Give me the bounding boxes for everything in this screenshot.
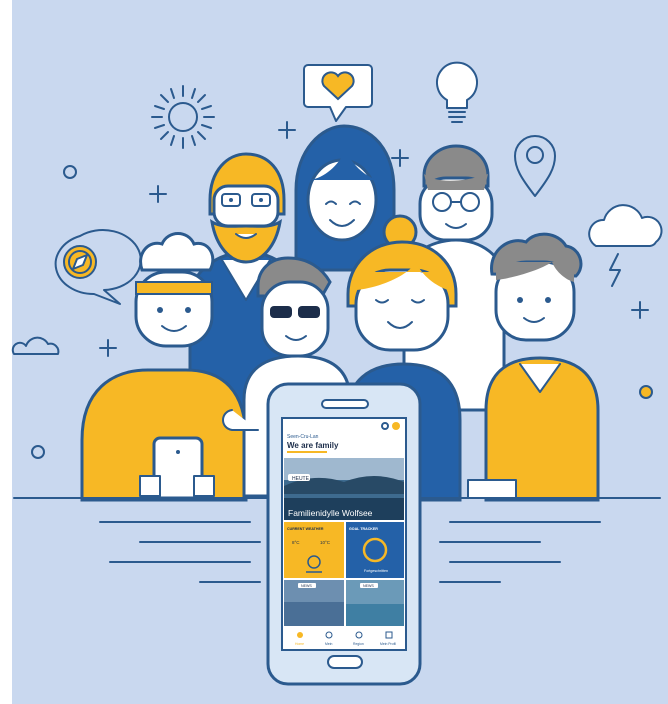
phone-goal-title: GOAL TRACKER bbox=[349, 527, 378, 531]
phone-hero-image[interactable]: HEUTE Familienidylle Wolfsee bbox=[284, 458, 404, 520]
phone-weather-title: CURRENT WEATHER bbox=[287, 527, 324, 531]
illustration-canvas: Seen-Cru-Lan We are family HEUTE Familie… bbox=[11, 0, 668, 704]
phone-news-card-right[interactable]: NEWS bbox=[346, 580, 404, 626]
phone-profile-icon[interactable] bbox=[392, 422, 400, 430]
phone-nav-profile-label: Mein Profil bbox=[380, 642, 396, 646]
phone-goal-card[interactable]: GOAL TRACKER Fortgeschritten bbox=[346, 522, 404, 578]
phone-hero-title: Familienidylle Wolfsee bbox=[288, 508, 373, 518]
phone-hero-badge: HEUTE bbox=[292, 476, 310, 482]
phone-headline: We are family bbox=[287, 441, 339, 450]
phone-bottom-nav: Home Mein Region Mein Profil bbox=[284, 628, 404, 648]
phone-news-left-badge: NEWS bbox=[301, 584, 312, 588]
phone-goal-caption: Fortgeschritten bbox=[364, 569, 388, 573]
phone-nav-region-label: Region bbox=[353, 642, 364, 646]
phone-news-card-left[interactable]: NEWS bbox=[284, 580, 344, 626]
phone-weather-left: 8°C bbox=[292, 540, 300, 545]
phone-nav-mein-label: Mein bbox=[325, 642, 332, 646]
phone-weather-card[interactable]: CURRENT WEATHER 8°C 10°C bbox=[284, 522, 344, 578]
phone-nav-home-label: Home bbox=[295, 642, 304, 646]
phone-brand-line: Seen-Cru-Lan bbox=[287, 434, 319, 440]
phone-news-right-badge: NEWS bbox=[363, 584, 374, 588]
phone-weather-right: 10°C bbox=[320, 540, 331, 545]
